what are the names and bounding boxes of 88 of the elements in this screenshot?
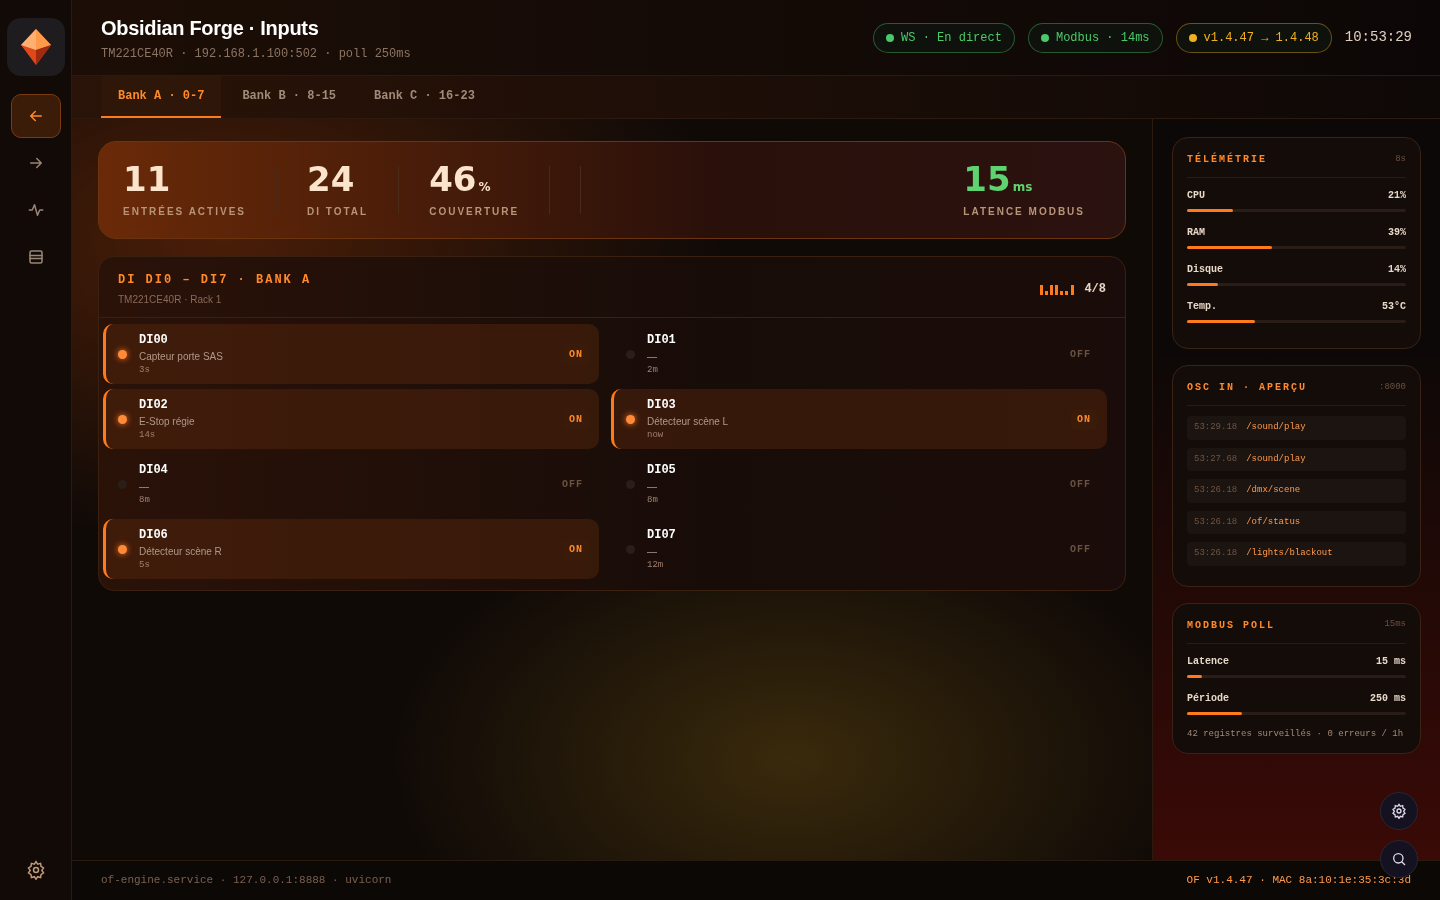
input-age: 2m: [647, 363, 659, 377]
page-title: Obsidian Forge · Inputs: [101, 15, 320, 41]
panel-title: DI DI0 – DI7 · BANK A: [118, 272, 312, 289]
metric-reading: 15 ms: [1376, 654, 1406, 669]
input-age: 14s: [139, 428, 157, 442]
stat-label: COUVERTURE: [429, 204, 520, 219]
input-name: DI05: [647, 461, 677, 479]
stat-value: 15 ms: [963, 161, 1034, 196]
card-title: MODBUS POLL: [1187, 618, 1275, 633]
card-meta: :8000: [1379, 380, 1406, 394]
input-name: DI03: [647, 396, 677, 414]
message-path: /sound/play: [1246, 452, 1306, 466]
status-text: v1.4.47 → 1.4.48: [1203, 29, 1319, 47]
pulse-icon: [26, 201, 45, 219]
stat-value: 46%: [429, 161, 492, 196]
input-description: —: [647, 349, 658, 364]
state-tag: ON: [1071, 408, 1097, 430]
card-title: OSC IN · APERÇU: [1187, 381, 1307, 395]
input-description: Détecteur scène L: [647, 414, 730, 429]
settings-icon[interactable]: [25, 860, 46, 880]
active-count: 4/8: [1084, 281, 1106, 298]
settings-icon: [1391, 803, 1407, 819]
input-name: DI01: [647, 331, 677, 349]
message-time: 53:27.68: [1194, 452, 1238, 466]
input-description: Capteur porte SAS: [139, 349, 224, 364]
stat-value: 11: [123, 161, 172, 196]
metric-label: Période: [1187, 691, 1229, 706]
metric-label: Temp.: [1187, 300, 1217, 314]
message-path: /of/status: [1246, 515, 1301, 529]
status-text: WS · En direct: [901, 29, 1002, 47]
status-text: Modbus · 14ms: [1055, 29, 1150, 47]
input-name: DI06: [139, 526, 169, 544]
message-path: /sound/play: [1246, 421, 1306, 434]
metric-label: Latence: [1187, 654, 1229, 669]
stat-label: LATENCE MODBUS: [963, 204, 1085, 219]
state-tag: OFF: [556, 473, 589, 495]
stat-value: 24: [307, 161, 356, 196]
crystal-icon: [18, 28, 53, 66]
message-path: /dmx/scene: [1246, 484, 1301, 497]
input-name: DI07: [647, 526, 677, 544]
activity-bars-icon: [1040, 283, 1077, 295]
state-tag: OFF: [1064, 538, 1097, 560]
state-tag: OFF: [1064, 343, 1097, 365]
input-age: 12m: [647, 558, 665, 572]
message-time: 53:26.18: [1194, 515, 1238, 529]
metric-reading: 53°C: [1382, 300, 1406, 314]
bank-tab[interactable]: Bank C · 16-23: [357, 76, 492, 118]
device-subtitle: TM221CE40R · 192.168.1.100:502 · poll 250ms: [101, 45, 411, 63]
bank-tab[interactable]: Bank A · 0-7: [101, 76, 222, 118]
input-description: Détecteur scène R: [139, 544, 223, 559]
stat-label: ENTRÉES ACTIVES: [123, 204, 246, 219]
message-time: 53:26.18: [1194, 484, 1238, 497]
input-age: 5s: [139, 558, 151, 572]
state-tag: OFF: [1064, 473, 1097, 495]
input-age: now: [647, 428, 665, 442]
input-name: DI02: [139, 396, 169, 414]
input-age: 8m: [139, 493, 151, 507]
input-name: DI04: [139, 461, 169, 479]
clock: 10:53:29: [1344, 28, 1412, 47]
metric-reading: 21%: [1388, 189, 1406, 203]
metric-reading: 14%: [1388, 263, 1406, 277]
metric-reading: 39%: [1388, 226, 1406, 240]
message-path: /lights/blackout: [1246, 547, 1333, 560]
card-title: TÉLÉMÉTRIE: [1187, 152, 1267, 167]
input-description: —: [647, 479, 658, 494]
input-age: 8m: [647, 493, 659, 507]
metric-label: Disque: [1187, 263, 1223, 277]
panel-subtitle: TM221CE40R · Rack 1: [118, 293, 223, 307]
bank-tab[interactable]: Bank B · 8-15: [225, 76, 354, 118]
message-time: 53:26.18: [1194, 547, 1238, 560]
metric-label: RAM: [1187, 226, 1205, 240]
nav-button[interactable]: [10, 94, 61, 138]
stat-label: DI TOTAL: [307, 204, 369, 219]
search-icon: [1391, 851, 1407, 867]
message-time: 53:29.18: [1194, 421, 1238, 434]
poll-note: 42 registres surveillés · 0 erreurs / 1h: [1187, 727, 1405, 741]
service-info: of-engine.service · 127.0.0.1:8888 · uvicorn: [101, 873, 392, 889]
storage-icon: [26, 248, 45, 266]
metric-label: CPU: [1187, 189, 1205, 203]
card-meta: 8s: [1395, 152, 1406, 166]
input-age: 3s: [139, 363, 151, 377]
metric-reading: 250 ms: [1370, 691, 1406, 706]
card-meta: 15ms: [1384, 618, 1406, 632]
input-description: —: [139, 479, 150, 494]
version-info: OF v1.4.47 · MAC 8a:10:1e:35:3c:3d: [1186, 873, 1411, 889]
input-description: —: [647, 544, 658, 559]
input-description: E-Stop régie: [139, 414, 196, 429]
input-name: DI00: [139, 331, 169, 349]
